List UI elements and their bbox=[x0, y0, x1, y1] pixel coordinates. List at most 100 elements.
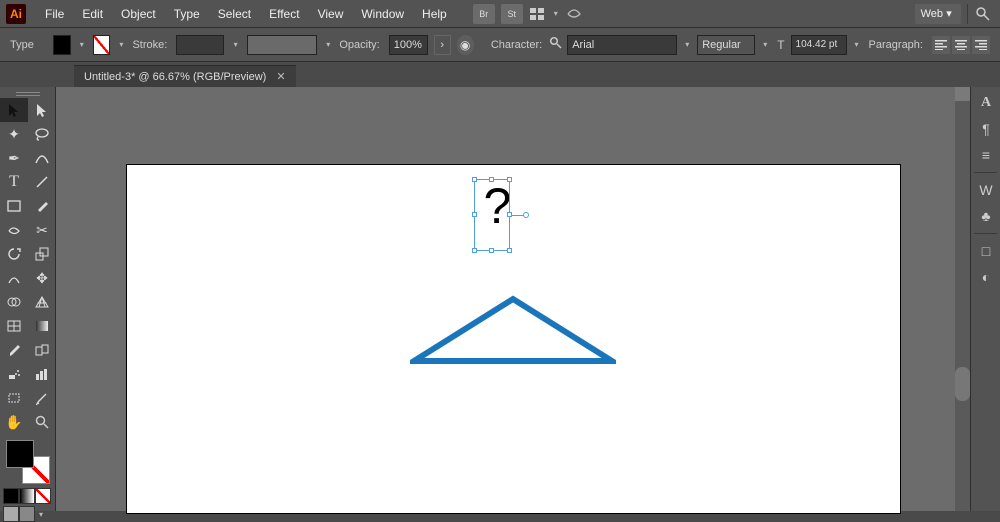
menu-type[interactable]: Type bbox=[165, 7, 209, 21]
artboard[interactable]: ? bbox=[126, 164, 901, 514]
swatches-panel-icon[interactable]: □ bbox=[971, 238, 1000, 264]
resize-handle[interactable] bbox=[489, 248, 494, 253]
chevron-down-icon[interactable]: ▾ bbox=[77, 40, 87, 49]
opacity-flyout-icon[interactable]: › bbox=[434, 35, 451, 55]
align-left-icon[interactable] bbox=[932, 36, 950, 54]
character-panel-icon[interactable]: A bbox=[971, 90, 1000, 116]
scale-tool[interactable] bbox=[28, 242, 56, 266]
chevron-down-icon[interactable]: ▾ bbox=[550, 9, 562, 18]
resize-handle[interactable] bbox=[472, 212, 477, 217]
gradient-tool[interactable] bbox=[28, 314, 56, 338]
document-tab[interactable]: Untitled-3* @ 66.67% (RGB/Preview) ✕ bbox=[74, 65, 296, 87]
scroll-arrow-up-icon[interactable] bbox=[955, 87, 970, 101]
color-panel-icon[interactable]: ◐ bbox=[971, 264, 1000, 290]
right-panel-dock: A ¶ ≡ W ♣ □ ◐ bbox=[970, 87, 1000, 511]
bridge-icon[interactable]: Br bbox=[473, 4, 495, 24]
recolor-artwork-icon[interactable]: ◉ bbox=[457, 35, 474, 55]
width-tool[interactable] bbox=[0, 266, 28, 290]
fill-swatch[interactable] bbox=[53, 35, 70, 55]
align-panel-icon[interactable]: ≡ bbox=[971, 142, 1000, 168]
chevron-down-icon[interactable]: ▾ bbox=[851, 40, 863, 49]
align-center-icon[interactable] bbox=[952, 36, 970, 54]
curvature-tool[interactable] bbox=[28, 146, 56, 170]
eyedropper-tool[interactable] bbox=[0, 338, 28, 362]
menu-window[interactable]: Window bbox=[352, 7, 413, 21]
menu-object[interactable]: Object bbox=[112, 7, 165, 21]
fill-stroke-control[interactable] bbox=[6, 440, 50, 484]
hand-tool[interactable]: ✋ bbox=[0, 410, 28, 434]
arrange-documents-icon[interactable] bbox=[529, 4, 547, 24]
rotate-tool[interactable] bbox=[0, 242, 28, 266]
font-family-field[interactable]: Arial bbox=[567, 35, 677, 55]
direct-selection-tool[interactable] bbox=[28, 98, 56, 122]
object-mode-label: Type bbox=[10, 39, 44, 51]
line-tool[interactable] bbox=[28, 170, 56, 194]
type-out-port-icon[interactable] bbox=[523, 212, 529, 218]
control-bar: Type ▾ ▾ Stroke: ▾ ▾ Opacity: 100% › ◉ C… bbox=[0, 28, 1000, 62]
panel-handle[interactable] bbox=[0, 89, 55, 98]
search-icon[interactable] bbox=[972, 3, 994, 25]
canvas-area[interactable]: ? bbox=[56, 87, 970, 511]
screen-mode-normal[interactable] bbox=[3, 506, 19, 522]
selection-bounding-box[interactable] bbox=[474, 179, 510, 251]
paintbrush-tool[interactable] bbox=[28, 194, 56, 218]
chevron-down-icon[interactable]: ▾ bbox=[323, 40, 333, 49]
free-transform-tool[interactable]: ✥ bbox=[28, 266, 56, 290]
artboard-tool[interactable] bbox=[0, 386, 28, 410]
column-graph-tool[interactable] bbox=[28, 362, 56, 386]
paragraph-panel-icon[interactable]: ¶ bbox=[971, 116, 1000, 142]
font-search-icon[interactable] bbox=[549, 36, 563, 53]
brush-definition-field[interactable] bbox=[247, 35, 317, 55]
workspace-switcher[interactable]: Web ▾ bbox=[915, 4, 961, 24]
resize-handle[interactable] bbox=[489, 177, 494, 182]
align-right-icon[interactable] bbox=[972, 36, 990, 54]
menu-file[interactable]: File bbox=[36, 7, 73, 21]
fill-color-icon[interactable] bbox=[6, 440, 34, 468]
type-tool[interactable]: T bbox=[0, 170, 28, 194]
resize-handle[interactable] bbox=[472, 177, 477, 182]
font-size-field[interactable]: 104.42 pt bbox=[791, 35, 847, 55]
chevron-down-icon[interactable]: ▾ bbox=[759, 40, 771, 49]
perspective-grid-tool[interactable] bbox=[28, 290, 56, 314]
libraries-panel-icon[interactable]: W bbox=[971, 177, 1000, 203]
blend-tool[interactable] bbox=[28, 338, 56, 362]
stroke-swatch[interactable] bbox=[93, 35, 110, 55]
vertical-scrollbar[interactable] bbox=[955, 87, 970, 511]
shaper-tool[interactable] bbox=[0, 218, 28, 242]
slice-tool[interactable] bbox=[28, 386, 56, 410]
font-weight-field[interactable]: Regular bbox=[697, 35, 755, 55]
scissors-tool[interactable]: ✂ bbox=[28, 218, 56, 242]
lasso-tool[interactable] bbox=[28, 122, 56, 146]
mesh-tool[interactable] bbox=[0, 314, 28, 338]
brushes-panel-icon[interactable]: ♣ bbox=[971, 203, 1000, 229]
magic-wand-tool[interactable]: ✦ bbox=[0, 122, 28, 146]
chevron-down-icon[interactable]: ▾ bbox=[116, 40, 126, 49]
rectangle-tool[interactable] bbox=[0, 194, 28, 218]
symbol-sprayer-tool[interactable] bbox=[0, 362, 28, 386]
pen-tool[interactable]: ✒ bbox=[0, 146, 28, 170]
menu-effect[interactable]: Effect bbox=[260, 7, 308, 21]
stroke-weight-field[interactable] bbox=[176, 35, 224, 55]
shape-builder-tool[interactable] bbox=[0, 290, 28, 314]
gpu-preview-icon[interactable] bbox=[565, 4, 583, 24]
close-icon[interactable]: ✕ bbox=[276, 70, 285, 83]
zoom-tool[interactable] bbox=[28, 410, 56, 434]
resize-handle[interactable] bbox=[507, 177, 512, 182]
resize-handle[interactable] bbox=[507, 248, 512, 253]
selection-tool[interactable] bbox=[0, 98, 28, 122]
canvas-triangle-shape[interactable] bbox=[410, 295, 616, 365]
opacity-field[interactable]: 100% bbox=[389, 35, 428, 55]
resize-handle[interactable] bbox=[472, 248, 477, 253]
menu-view[interactable]: View bbox=[309, 7, 353, 21]
stock-icon[interactable]: St bbox=[501, 4, 523, 24]
menu-edit[interactable]: Edit bbox=[73, 7, 112, 21]
chevron-down-icon[interactable]: ▾ bbox=[230, 40, 240, 49]
screen-mode-full[interactable] bbox=[19, 506, 35, 522]
menu-select[interactable]: Select bbox=[209, 7, 260, 21]
color-mode-none[interactable] bbox=[35, 488, 51, 504]
scroll-thumb[interactable] bbox=[955, 367, 970, 401]
color-mode-gradient[interactable] bbox=[19, 488, 35, 504]
chevron-down-icon[interactable]: ▾ bbox=[681, 40, 693, 49]
menu-help[interactable]: Help bbox=[413, 7, 456, 21]
color-mode-color[interactable] bbox=[3, 488, 19, 504]
